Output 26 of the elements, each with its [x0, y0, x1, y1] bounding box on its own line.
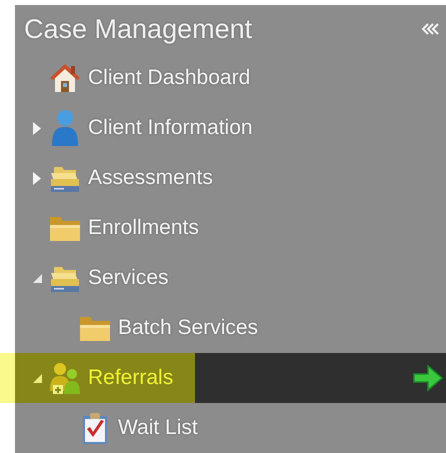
people-icon: [48, 361, 82, 395]
arrow-right-icon[interactable]: [412, 364, 444, 392]
tree-item-label: Client Dashboard: [88, 65, 250, 92]
collapse-panel-icon[interactable]: [422, 23, 440, 35]
tree-item-label: Wait List: [118, 415, 198, 442]
tree-item[interactable]: Assessments: [15, 153, 446, 203]
tree-item[interactable]: Enrollments: [15, 203, 446, 253]
tree-item[interactable]: Wait List: [15, 403, 446, 453]
selected-tree-item[interactable]: Referrals: [15, 353, 446, 403]
tree-item-label: Enrollments: [88, 215, 199, 242]
collapse-triangle-icon[interactable]: [33, 374, 42, 382]
tree-item[interactable]: Client Information: [15, 103, 446, 153]
tree-item-label: Services: [88, 265, 169, 292]
tree-item[interactable]: Batch Services: [15, 303, 446, 353]
tree-item[interactable]: Client Dashboard: [15, 53, 446, 103]
tree-item-label: Assessments: [88, 165, 213, 192]
house-icon: [48, 61, 82, 95]
collapse-triangle-icon[interactable]: [33, 274, 42, 282]
tree-item[interactable]: Services: [15, 253, 446, 303]
clipboard-check-icon: [80, 411, 110, 445]
expand-triangle-icon[interactable]: [33, 172, 41, 184]
tree-item-label: Batch Services: [118, 315, 258, 342]
panel-title: Case Management: [24, 12, 252, 46]
tree-item-label: Client Information: [88, 115, 253, 142]
tree-item-label: Referrals: [88, 365, 174, 392]
expand-triangle-icon[interactable]: [33, 122, 41, 134]
